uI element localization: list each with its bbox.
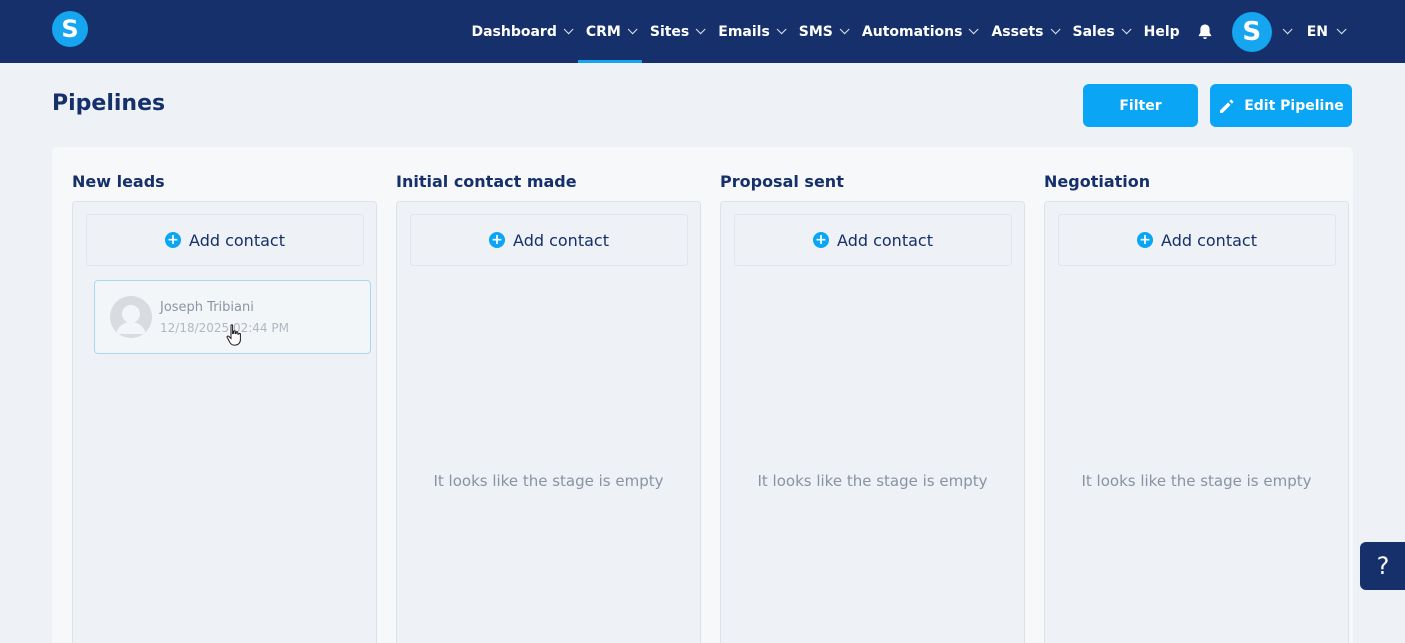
nav-crm[interactable]: CRM [577, 0, 642, 63]
nav-sms-label: SMS [798, 23, 833, 40]
add-contact-label: Add contact [1161, 230, 1257, 250]
add-contact-button[interactable]: + Add contact [734, 214, 1012, 266]
pipeline-board: New leads + Add contact Joseph Tribiani … [52, 147, 1353, 643]
stage-proposal-sent: Proposal sent + Add contact It looks lik… [700, 147, 1025, 643]
contact-card[interactable]: Joseph Tribiani 12/18/2025 02:44 PM [94, 280, 371, 354]
add-contact-label: Add contact [837, 230, 933, 250]
stage-column: + Add contact It looks like the stage is… [720, 201, 1025, 643]
avatar: S [1231, 11, 1272, 52]
user-menu[interactable]: S [1222, 0, 1299, 63]
nav-sms[interactable]: SMS [791, 0, 854, 63]
filter-button-label: Filter [1119, 97, 1162, 114]
stage-column: + Add contact Joseph Tribiani 12/18/2025… [72, 201, 377, 643]
plus-circle-icon: + [813, 232, 830, 248]
nav-sales[interactable]: Sales [1065, 0, 1136, 63]
nav-automations[interactable]: Automations [854, 0, 984, 63]
nav-sales-label: Sales [1072, 23, 1115, 40]
nav-sites-label: Sites [649, 23, 690, 40]
stage-title: New leads [72, 172, 165, 191]
contact-avatar [110, 296, 152, 338]
add-contact-label: Add contact [513, 230, 609, 250]
nav-crm-label: CRM [585, 23, 621, 40]
empty-stage-text: It looks like the stage is empty [1081, 472, 1312, 490]
chevron-down-icon [1282, 24, 1293, 35]
chevron-down-icon [627, 24, 638, 35]
plus-circle-icon: + [489, 232, 506, 248]
stage-initial-contact: Initial contact made + Add contact It lo… [376, 147, 701, 643]
nav-assets-label: Assets [991, 23, 1044, 40]
nav-help[interactable]: Help [1136, 0, 1188, 63]
add-contact-button[interactable]: + Add contact [86, 214, 364, 266]
main-nav: Dashboard CRM Sites Emails SMS Automatio… [463, 0, 1405, 63]
language-label: EN [1306, 23, 1328, 40]
add-contact-button[interactable]: + Add contact [410, 214, 688, 266]
nav-dashboard-label: Dashboard [471, 23, 557, 40]
chevron-down-icon [839, 24, 850, 35]
page-title: Pipelines [52, 91, 166, 116]
nav-sites[interactable]: Sites [642, 0, 710, 63]
stage-title: Negotiation [1044, 172, 1151, 191]
nav-assets[interactable]: Assets [983, 0, 1064, 63]
app-logo[interactable]: S [52, 11, 88, 47]
chevron-down-icon [1336, 24, 1347, 35]
top-nav-bar: S Dashboard CRM Sites Emails SMS Automat… [0, 0, 1405, 63]
empty-stage-text: It looks like the stage is empty [757, 472, 988, 490]
empty-stage-text: It looks like the stage is empty [433, 472, 664, 490]
nav-emails-label: Emails [718, 23, 770, 40]
stage-column: + Add contact It looks like the stage is… [396, 201, 701, 643]
pencil-icon [1220, 98, 1234, 113]
nav-dashboard[interactable]: Dashboard [463, 0, 577, 63]
plus-circle-icon: + [165, 232, 182, 248]
stage-title: Initial contact made [396, 172, 577, 191]
add-contact-button[interactable]: + Add contact [1058, 214, 1336, 266]
chevron-down-icon [563, 24, 574, 35]
chevron-down-icon [969, 24, 980, 35]
stage-title: Proposal sent [720, 172, 844, 191]
filter-button[interactable]: Filter [1083, 84, 1198, 127]
nav-automations-label: Automations [861, 23, 963, 40]
stage-negotiation: Negotiation + Add contact It looks like … [1024, 147, 1349, 643]
bell-icon[interactable] [1188, 0, 1222, 63]
stage-column: + Add contact It looks like the stage is… [1044, 201, 1349, 643]
chevron-down-icon [695, 24, 706, 35]
edit-pipeline-label: Edit Pipeline [1244, 97, 1344, 114]
plus-circle-icon: + [1137, 232, 1154, 248]
chevron-down-icon [1050, 24, 1061, 35]
stage-new-leads: New leads + Add contact Joseph Tribiani … [52, 147, 377, 643]
contact-name: Joseph Tribiani [160, 300, 254, 315]
language-selector[interactable]: EN [1299, 0, 1405, 63]
nav-emails[interactable]: Emails [710, 0, 791, 63]
chevron-down-icon [1121, 24, 1132, 35]
edit-pipeline-button[interactable]: Edit Pipeline [1210, 84, 1352, 127]
chevron-down-icon [776, 24, 787, 35]
hand-cursor-icon [226, 324, 241, 346]
help-button[interactable]: ? [1360, 542, 1405, 590]
nav-help-label: Help [1143, 23, 1180, 40]
add-contact-label: Add contact [189, 230, 285, 250]
